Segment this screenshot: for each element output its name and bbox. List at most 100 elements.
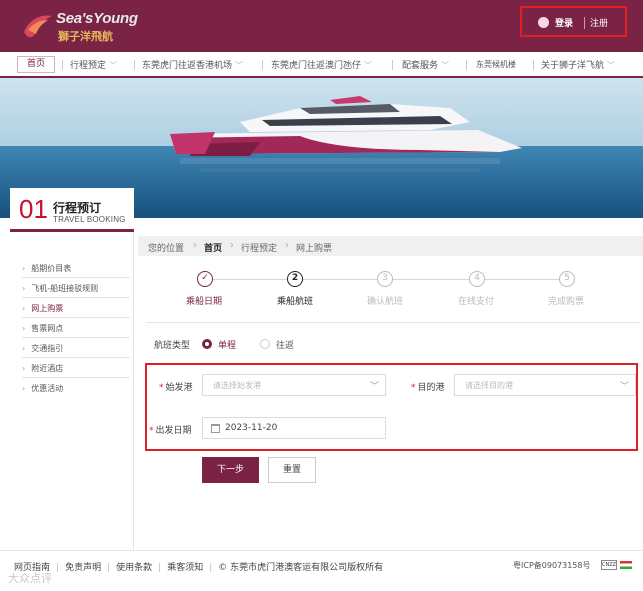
nav-item-label: 行程预定 [70, 61, 107, 71]
footer-divider: | [107, 563, 111, 573]
departure-date-value: 2023-11-20 [225, 423, 278, 433]
booking-title: 行程预订 [53, 201, 102, 215]
sidebar-item-hotels[interactable]: › 附近酒店 [22, 363, 132, 374]
sidebar-item-label: 网上购票 [31, 304, 64, 313]
nav-item-home[interactable]: 首页 [17, 56, 55, 73]
sidebar: › 船期价目表 › 飞机-船班接驳规则 › 网上购票 › 售票网点 › 交通指引 › 附近酒… [10, 232, 134, 550]
chevron-down-icon: ﹀ [364, 61, 373, 70]
nav-item-label: 东莞虎门往返香港机场 [142, 61, 233, 71]
nav-item-booking[interactable]: 行程预定 ﹀ [70, 58, 117, 71]
nav-item-terminal[interactable]: 东莞候机楼 [476, 59, 516, 70]
step-1-label: 乘船日期 [186, 297, 223, 307]
chevron-right-icon: › [22, 344, 26, 353]
chevron-right-icon: › [22, 284, 26, 293]
breadcrumb-current: 网上购票 [296, 244, 333, 254]
nav-divider [62, 60, 63, 70]
chevron-right-icon: › [22, 264, 26, 273]
sidebar-item-label: 船期价目表 [31, 264, 72, 273]
footer-link-notice[interactable]: 乘客须知 [167, 563, 203, 573]
dest-port-select[interactable]: 请选择目的港 ﹀ [454, 374, 636, 396]
chevron-right-icon: › [22, 304, 26, 313]
step-connector [213, 279, 295, 280]
nav-divider [134, 60, 135, 70]
site-logo[interactable]: Sea'sYoung 獅子洋飛航 [22, 10, 142, 44]
dest-port-label: * 目的港 [411, 380, 445, 393]
round-trip-label[interactable]: 往返 [276, 338, 294, 351]
nav-item-label: 配套服务 [402, 61, 439, 71]
nav-divider [533, 60, 534, 70]
sidebar-item-schedule[interactable]: › 船期价目表 [22, 263, 132, 274]
required-mark: * [159, 383, 164, 393]
next-step-button[interactable]: 下一步 [202, 457, 259, 483]
one-way-label[interactable]: 单程 [218, 338, 236, 351]
booking-subtitle: TRAVEL BOOKING [53, 215, 126, 224]
footer-icp[interactable]: 粤ICP备09073158号 [513, 560, 591, 571]
site-header: Sea'sYoung 獅子洋飛航 登录 注册 [0, 0, 643, 52]
nav-item-label: 关于狮子洋飞航 [541, 61, 605, 71]
login-link[interactable]: 登录 [555, 16, 573, 29]
nav-divider [392, 60, 393, 70]
trip-type-label: 航班类型 [154, 341, 191, 351]
dest-port-placeholder: 请选择目的港 [465, 381, 513, 390]
departure-date-input[interactable]: 2023-11-20 [202, 417, 386, 439]
dest-port-label-text: 目的港 [417, 383, 445, 393]
origin-port-label: * 始发港 [159, 380, 193, 393]
footer-divider: | [56, 563, 60, 573]
nav-item-macau[interactable]: 东莞虎门往返澳门氹仔 ﹀ [271, 58, 372, 71]
round-trip-radio[interactable] [260, 339, 270, 349]
sidebar-divider [22, 297, 130, 298]
sidebar-divider [22, 357, 130, 358]
sidebar-divider [22, 277, 130, 278]
step-4-indicator: 4 [469, 271, 485, 287]
step-connector [483, 279, 565, 280]
sidebar-item-label: 优惠活动 [31, 384, 64, 393]
site-footer: 网页指南 | 免责声明 | 使用条款 | 乘客须知 | © 东莞市虎门港澳客运有限公司版权所有 … [0, 550, 643, 591]
sidebar-item-transport[interactable]: › 交通指引 [22, 343, 132, 354]
register-link[interactable]: 注册 [590, 16, 608, 29]
origin-port-select[interactable]: 请选择始发港 ﹀ [202, 374, 386, 396]
breadcrumb-home[interactable]: 首页 [204, 241, 222, 254]
footer-link-terms[interactable]: 使用条款 [116, 563, 152, 573]
booking-section-title: 01 行程预订 TRAVEL BOOKING [10, 188, 134, 232]
logo-text-cn: 獅子洋飛航 [58, 30, 113, 43]
sidebar-divider [22, 337, 130, 338]
step-1-check-icon: ✓ [197, 271, 213, 287]
page: Sea'sYoung 獅子洋飛航 登录 注册 首页 行程预定 ﹀ 东莞虎门往返香港… [0, 0, 643, 591]
chevron-right-icon: › [22, 384, 26, 393]
chevron-right-icon: › [230, 240, 234, 251]
chevron-down-icon: ﹀ [109, 61, 118, 70]
sidebar-item-label: 交通指引 [31, 344, 64, 353]
sidebar-item-transfer-rules[interactable]: › 飞机-船班接驳规则 [22, 283, 132, 294]
flag-icon [620, 561, 632, 569]
cnzz-badge[interactable]: CNZZ [601, 560, 617, 570]
chevron-down-icon: ﹀ [619, 382, 629, 392]
user-icon [538, 17, 549, 28]
sidebar-item-online-ticket[interactable]: › 网上购票 [22, 303, 132, 314]
footer-copyright: © 东莞市虎门港澳客运有限公司版权所有 [218, 563, 384, 573]
nav-item-label: 东莞虎门往返澳门氹仔 [271, 61, 362, 71]
chevron-down-icon: ﹀ [235, 61, 244, 70]
required-mark: * [411, 383, 416, 393]
chevron-down-icon: ﹀ [607, 61, 616, 70]
departure-date-label-text: 出发日期 [155, 426, 192, 436]
step-3-indicator: 3 [377, 271, 393, 287]
footer-divider: | [158, 563, 162, 573]
step-2-indicator: 2 [287, 271, 303, 287]
one-way-radio[interactable] [202, 339, 212, 349]
sidebar-divider [22, 377, 130, 378]
logo-mark-icon [24, 15, 52, 38]
section-divider [146, 322, 640, 323]
reset-button[interactable]: 重置 [268, 457, 316, 483]
sidebar-item-ticket-outlets[interactable]: › 售票网点 [22, 323, 132, 334]
nav-item-about[interactable]: 关于狮子洋飞航 ﹀ [541, 58, 615, 71]
chevron-down-icon: ﹀ [369, 382, 379, 392]
nav-item-services[interactable]: 配套服务 ﹀ [402, 58, 449, 71]
footer-link-disclaimer[interactable]: 免责声明 [65, 563, 101, 573]
sidebar-item-promotions[interactable]: › 优惠活动 [22, 383, 132, 394]
breadcrumb-booking[interactable]: 行程预定 [241, 241, 277, 254]
required-mark: * [149, 426, 154, 436]
breadcrumb: 您的位置 › 首页 › 行程预定 › 网上购票 [138, 236, 643, 256]
nav-item-hk-airport[interactable]: 东莞虎门往返香港机场 ﹀ [142, 58, 243, 71]
step-connector [393, 279, 475, 280]
step-2-label: 乘船航班 [277, 297, 314, 307]
